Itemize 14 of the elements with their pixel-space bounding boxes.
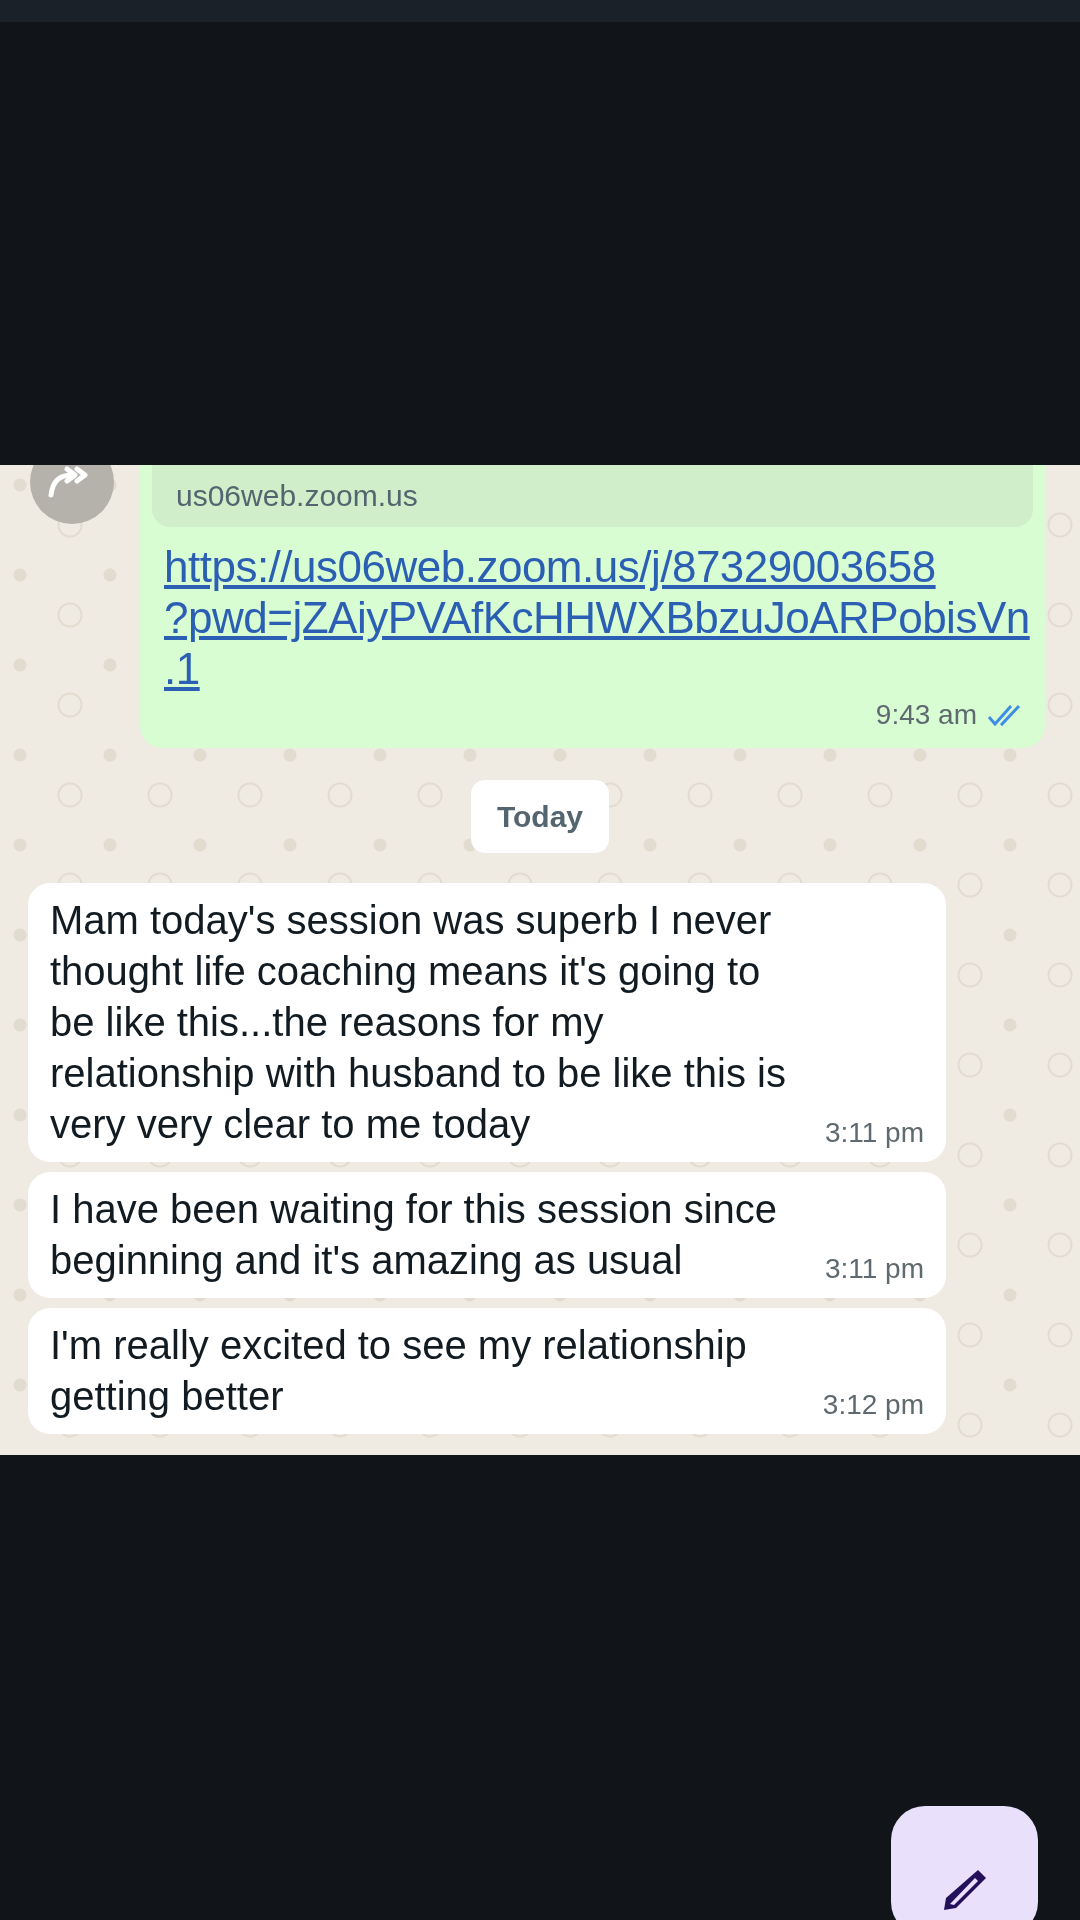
message-link[interactable]: ?pwd=jZAiyPVAfKcHHWXBbzuJoARPobisVn bbox=[164, 592, 1030, 643]
message-time: 9:43 am bbox=[875, 698, 977, 732]
message-time: 3:11 pm bbox=[824, 1252, 924, 1286]
link-preview[interactable]: us06web.zoom.us bbox=[152, 465, 1033, 527]
message-text: Mam today's session was superb I never thought life coaching means it's going to be like this...the reasons for my relationship with husband to be like this is very very clear to me today bbox=[50, 897, 787, 1148]
message-time: 3:11 pm bbox=[824, 1116, 924, 1150]
edit-button[interactable] bbox=[891, 1806, 1038, 1920]
message-link[interactable]: https://us06web.zoom.us/j/87329003658 bbox=[164, 541, 936, 592]
message-time: 3:12 pm bbox=[822, 1388, 924, 1422]
preview-domain: us06web.zoom.us bbox=[176, 479, 418, 512]
message-text: I'm really excited to see my relationship getting better bbox=[50, 1322, 748, 1420]
message-link[interactable]: .1 bbox=[164, 643, 200, 694]
date-chip: Today bbox=[470, 780, 610, 853]
message-text: I have been waiting for this session since beginning and it's amazing as usual bbox=[50, 1186, 779, 1284]
